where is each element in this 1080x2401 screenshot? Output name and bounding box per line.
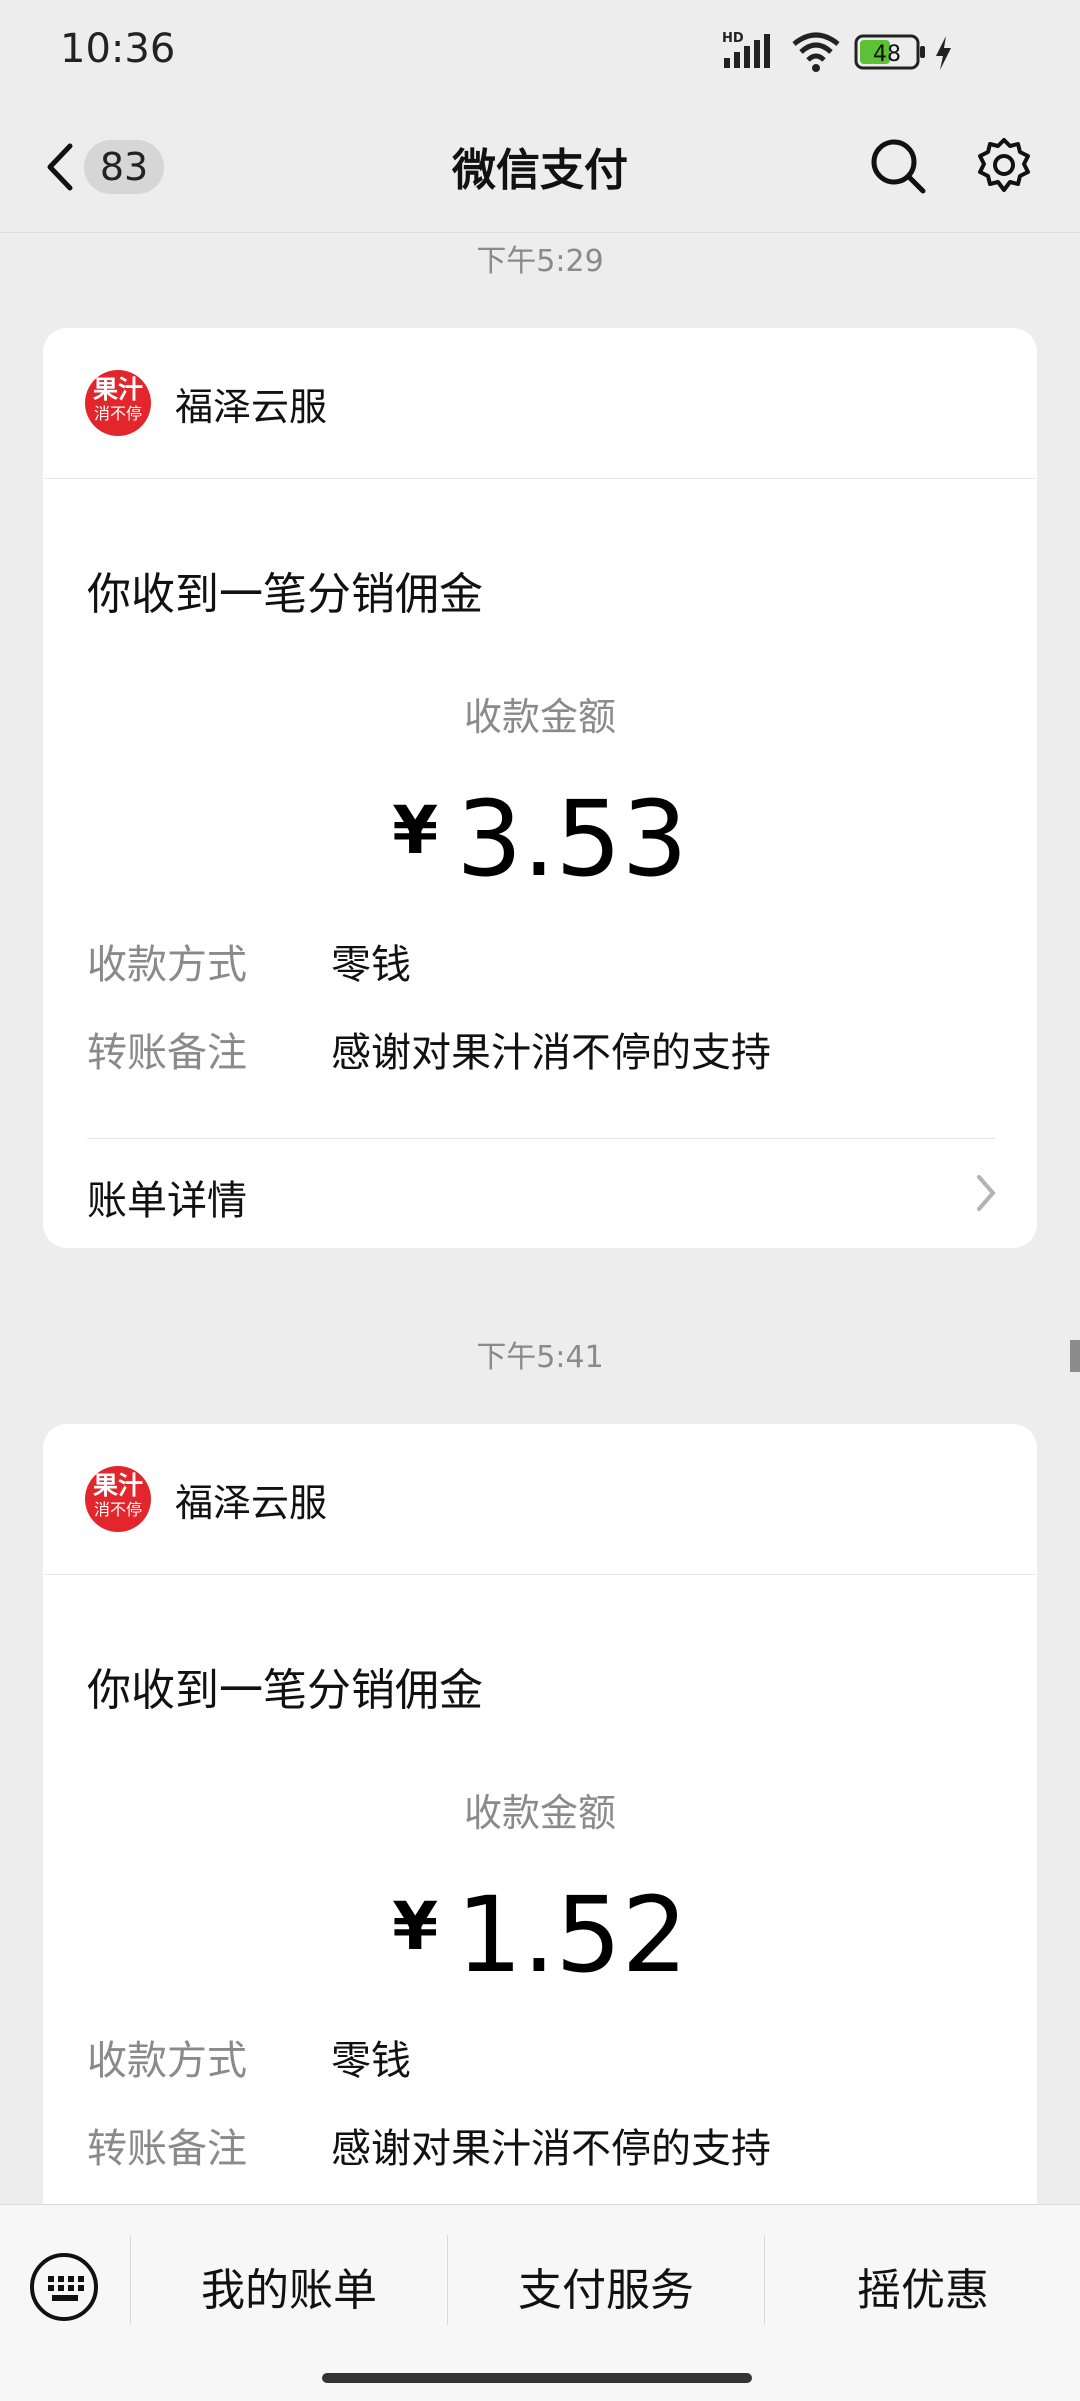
battery-level: 48 [873, 42, 901, 67]
card-header: 果汁 消不停 福泽云服 [43, 1424, 1037, 1575]
gear-icon[interactable] [974, 136, 1034, 196]
search-icon[interactable] [868, 136, 928, 196]
bottom-menu: 我的账单 支付服务 摇优惠 [0, 2204, 1080, 2401]
amount: ¥3.53 [43, 778, 1037, 900]
keyboard-icon[interactable] [28, 2251, 100, 2323]
amount-value: 1.52 [456, 1874, 688, 1996]
payment-method-value: 零钱 [331, 2038, 411, 2084]
amount-label: 收款金额 [463, 1791, 616, 1835]
chevron-right-icon [977, 1175, 996, 1211]
currency-symbol: ¥ [392, 1888, 439, 1965]
logo-text-line2: 消不停 [93, 404, 142, 423]
battery-icon: 48 [854, 34, 925, 70]
logo-text-line1: 果汁 [92, 375, 143, 404]
menu-my-bills[interactable]: 我的账单 [131, 2249, 447, 2333]
merchant-name: 福泽云服 [175, 1481, 328, 1525]
hd-label: HD [722, 31, 744, 46]
wifi-icon [792, 32, 840, 72]
card-title: 你收到一笔分销佣金 [87, 1665, 483, 1716]
message-timestamp: 下午5:29 [476, 244, 604, 279]
status-bar: 10:36 HD 48 [0, 0, 1080, 100]
bill-detail-link[interactable]: 账单详情 [87, 1168, 247, 1226]
merchant-name: 福泽云服 [175, 385, 328, 429]
remark-label: 转账备注 [87, 1030, 247, 1076]
remark-label: 转账备注 [87, 2126, 247, 2172]
menu-payment-services[interactable]: 支付服务 [448, 2249, 764, 2333]
payment-card[interactable]: 果汁 消不停 福泽云服 你收到一笔分销佣金 收款金额 ¥1.52 收款方式 零钱… [43, 1424, 1037, 2224]
payment-card[interactable]: 果汁 消不停 福泽云服 你收到一笔分销佣金 收款金额 ¥3.53 收款方式 零钱… [43, 328, 1037, 1248]
payment-method-label: 收款方式 [87, 942, 247, 988]
home-indicator[interactable] [322, 2373, 752, 2383]
logo-text-line1: 果汁 [92, 1471, 143, 1500]
status-time: 10:36 [60, 26, 176, 72]
amount-label: 收款金额 [463, 695, 616, 739]
message-timestamp: 下午5:41 [476, 1340, 604, 1375]
merchant-logo: 果汁 消不停 [85, 1466, 151, 1532]
card-title: 你收到一笔分销佣金 [87, 569, 483, 620]
divider [87, 1138, 995, 1139]
nav-bar: 83 微信支付 [0, 100, 1080, 233]
charging-icon [936, 36, 951, 70]
amount-value: 3.53 [456, 778, 688, 900]
amount: ¥1.52 [43, 1874, 1037, 1996]
remark-value: 感谢对果汁消不停的支持 [331, 2126, 771, 2172]
logo-text-line2: 消不停 [93, 1500, 142, 1519]
payment-method-value: 零钱 [331, 942, 411, 988]
hd-signal-icon: HD [722, 31, 770, 68]
currency-symbol: ¥ [392, 792, 439, 869]
card-header: 果汁 消不停 福泽云服 [43, 328, 1037, 479]
menu-shake-deals[interactable]: 摇优惠 [765, 2249, 1080, 2333]
merchant-logo: 果汁 消不停 [85, 370, 151, 436]
payment-method-label: 收款方式 [87, 2038, 247, 2084]
remark-value: 感谢对果汁消不停的支持 [331, 1030, 771, 1076]
